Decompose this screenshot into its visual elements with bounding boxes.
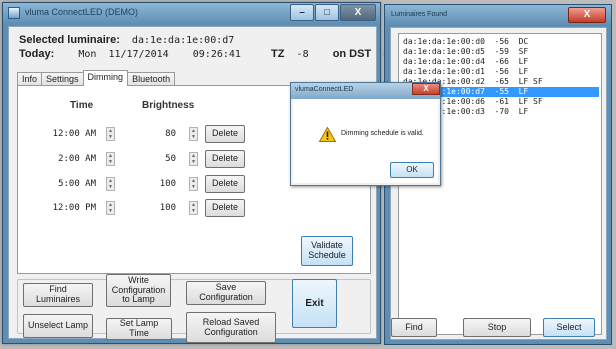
brightness-field[interactable]: 100 [136,199,186,217]
ok-button[interactable]: OK [390,162,434,178]
delete-button[interactable]: Delete [205,175,245,193]
brightness-column-header: Brightness [142,100,195,111]
brightness-spinner[interactable]: ▲ ▼ [189,127,198,141]
tab-bluetooth[interactable]: Bluetooth [127,72,176,86]
tab-strip: Info Settings Dimming Bluetooth [17,70,176,86]
list-item[interactable]: da:1e:da:1e:00:d0 -56 DC [401,37,599,47]
tab-settings[interactable]: Settings [41,72,84,86]
luminaires-titlebar[interactable]: Luminaires Found X [385,5,611,25]
schedule-row: 12:00 AM ▲ ▼ 80 ▲ ▼ Delete [18,125,258,143]
brightness-spinner[interactable]: ▲ ▼ [189,177,198,191]
time-spinner[interactable]: ▲ ▼ [106,152,115,166]
brightness-field[interactable]: 80 [136,125,186,143]
save-configuration-button[interactable]: Save Configuration [186,281,266,305]
tz-value: -8 [296,49,309,60]
window-title: vluma ConnectLED (DEMO) [25,7,139,17]
time-field[interactable]: 12:00 AM [40,125,100,143]
dialog-message: Dimming schedule is valid. [341,130,424,137]
unselect-lamp-button[interactable]: Unselect Lamp [23,314,93,338]
selected-luminaire-line: Selected luminaire: da:1e:da:1e:00:d7 [19,34,234,46]
selected-value: da:1e:da:1e:00:d7 [131,35,235,46]
time-column-header: Time [70,100,94,111]
today-label: Today: [19,48,55,60]
tz-label: TZ [271,48,285,60]
brightness-field[interactable]: 100 [136,175,186,193]
minimize-button[interactable]: – [290,4,314,21]
find-luminaires-button[interactable]: Find Luminaires [23,283,93,307]
dialog-titlebar[interactable]: vlumaConnectLED X [291,83,440,99]
luminaires-title: Luminaires Found [391,11,448,18]
time-spinner[interactable]: ▲ ▼ [106,201,115,215]
select-button[interactable]: Select [543,318,595,337]
stop-button[interactable]: Stop [463,318,531,337]
dialog-close-button[interactable]: X [412,83,440,95]
dialog-title: vlumaConnectLED [295,86,354,93]
validate-schedule-button[interactable]: Validate Schedule [301,236,353,266]
luminaires-close-button[interactable]: X [568,7,606,23]
find-button[interactable]: Find [391,318,437,337]
desktop: vluma ConnectLED (DEMO) – □ X Selected l… [0,0,616,349]
dst-label: on DST [332,48,372,60]
schedule-row: 5:00 AM ▲ ▼ 100 ▲ ▼ Delete [18,175,258,193]
warning-icon [319,127,336,142]
list-item[interactable]: da:1e:da:1e:00:d1 -56 LF [401,67,599,77]
main-titlebar[interactable]: vluma ConnectLED (DEMO) – □ X [3,3,380,24]
schedule-row: 12:00 PM ▲ ▼ 100 ▲ ▼ Delete [18,199,258,217]
day-value: Mon [78,49,97,60]
tab-dimming[interactable]: Dimming [82,70,129,86]
list-item[interactable]: da:1e:da:1e:00:d5 -59 SF [401,47,599,57]
brightness-spinner[interactable]: ▲ ▼ [189,201,198,215]
delete-button[interactable]: Delete [205,125,245,143]
app-icon [8,7,20,19]
time-spinner[interactable]: ▲ ▼ [106,177,115,191]
delete-button[interactable]: Delete [205,150,245,168]
selected-label: Selected luminaire: [19,34,120,46]
exit-button[interactable]: Exit [292,279,337,328]
maximize-button[interactable]: □ [315,4,339,21]
close-button[interactable]: X [340,4,376,21]
set-lamp-time-button[interactable]: Set Lamp Time [106,318,172,340]
write-configuration-button[interactable]: Write Configuration to Lamp [106,274,171,307]
time-field[interactable]: 2:00 AM [40,150,100,168]
time-field[interactable]: 5:00 AM [40,175,100,193]
time-value: 09:26:41 [192,49,241,60]
time-field[interactable]: 12:00 PM [40,199,100,217]
delete-button[interactable]: Delete [205,199,245,217]
list-item[interactable]: da:1e:da:1e:00:d4 -66 LF [401,57,599,67]
reload-configuration-button[interactable]: Reload Saved Configuration [186,312,276,343]
brightness-spinner[interactable]: ▲ ▼ [189,152,198,166]
tab-info[interactable]: Info [17,72,43,86]
brightness-field[interactable]: 50 [136,150,186,168]
today-line: Today: Mon 11/17/2014 09:26:41 TZ -8 on … [19,48,395,60]
validation-dialog: vlumaConnectLED X Dimming schedule is va… [290,82,441,186]
date-value: 11/17/2014 [108,49,169,60]
time-spinner[interactable]: ▲ ▼ [106,127,115,141]
schedule-row: 2:00 AM ▲ ▼ 50 ▲ ▼ Delete [18,150,258,168]
